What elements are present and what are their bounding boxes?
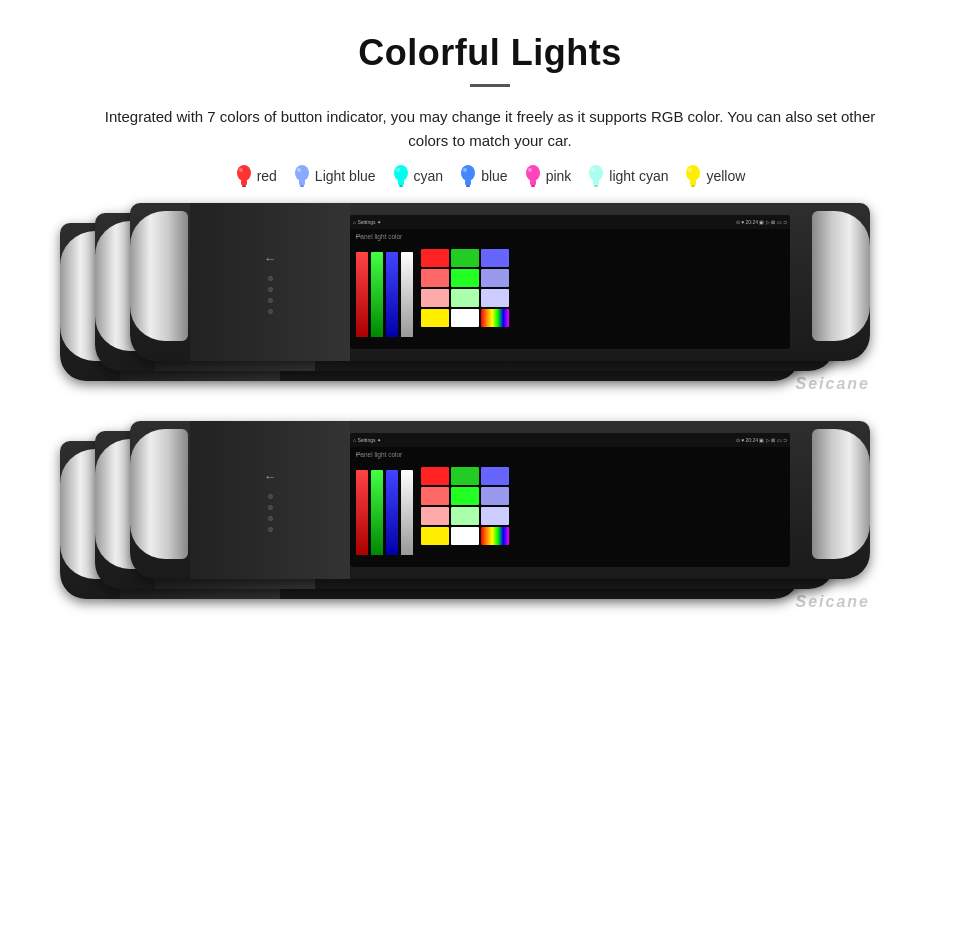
svg-point-16: [526, 165, 540, 181]
android-bar-bottom: ⌂ Settings ✦ ⊙ ♥ 20:24 ▣ ▷ ⊠ ▭ ⊃: [350, 433, 790, 447]
bulb-icon-pink: [524, 163, 542, 189]
color-item-cyan: cyan: [392, 163, 444, 189]
color-item-yellow: yellow: [684, 163, 745, 189]
svg-point-15: [463, 168, 467, 172]
color-label-lightcyan: light cyan: [609, 168, 668, 184]
panel-light-label-top: Panel light color: [356, 233, 413, 240]
chrome-right-3: [812, 211, 870, 341]
color-label-yellow: yellow: [706, 168, 745, 184]
left-panel-3: ←: [190, 203, 350, 361]
watermark-top: Seicane: [796, 375, 870, 393]
color-item-lightcyan: light cyan: [587, 163, 668, 189]
page-title: Colorful Lights: [358, 32, 621, 74]
screen-content-top: Panel light color: [350, 229, 790, 349]
bars-container-bottom: [356, 460, 413, 555]
bulb-icon-cyan: [392, 163, 410, 189]
svg-point-27: [688, 168, 692, 172]
title-divider: [470, 84, 510, 87]
svg-point-19: [528, 168, 532, 172]
svg-rect-26: [691, 185, 695, 187]
svg-point-7: [297, 168, 301, 172]
chrome-left-3: [130, 211, 188, 341]
svg-rect-10: [399, 185, 403, 187]
screen-content-bottom: Panel light color: [350, 447, 790, 567]
android-bar-top: ⌂ Settings ✦ ⊙ ♥ 20:24 ▣ ▷ ⊠ ▭ ⊃: [350, 215, 790, 229]
color-label-lightblue: Light blue: [315, 168, 376, 184]
svg-point-11: [396, 168, 400, 172]
svg-rect-25: [690, 180, 696, 185]
back-arrow-3: ←: [264, 251, 277, 266]
svg-point-4: [295, 165, 309, 181]
svg-point-0: [237, 165, 251, 181]
svg-point-23: [591, 168, 595, 172]
svg-rect-21: [593, 180, 599, 185]
svg-point-12: [461, 165, 475, 181]
bulb-icon-red: [235, 163, 253, 189]
svg-rect-17: [530, 180, 536, 185]
top-radio-stack: ←: [60, 203, 920, 413]
panel-light-section-top: Panel light color: [356, 233, 413, 345]
color-item-blue: blue: [459, 163, 507, 189]
bulb-icon-lightcyan: [587, 163, 605, 189]
color-label-blue: blue: [481, 168, 507, 184]
panel-light-label-bottom: Panel light color: [356, 451, 413, 458]
svg-rect-9: [398, 180, 404, 185]
color-label-red: red: [257, 168, 277, 184]
svg-rect-13: [465, 180, 471, 185]
bulb-icon-lightblue: [293, 163, 311, 189]
screen-back-arrow: ←: [354, 231, 363, 241]
svg-rect-14: [466, 185, 470, 187]
svg-rect-1: [241, 180, 247, 185]
color-item-pink: pink: [524, 163, 572, 189]
panel-light-section-bottom: Panel light color: [356, 451, 413, 563]
svg-point-3: [239, 168, 243, 172]
color-item-red: red: [235, 163, 277, 189]
radio-layer-3-main: ← ⌂ Settings ✦ ⊙ ♥ 20:24 ▣ ▷ ⊠ ▭ ⊃: [130, 203, 870, 363]
swatches-bottom: [421, 467, 509, 563]
svg-rect-22: [594, 185, 598, 187]
svg-rect-6: [300, 185, 304, 187]
android-bar-right-top: ⊙ ♥ 20:24 ▣ ▷ ⊠ ▭ ⊃: [736, 219, 787, 225]
radio-bottom-3-main: ← ⌂ Settings ✦ ⊙ ♥ 20:24 ▣ ▷ ⊠ ▭ ⊃ ←: [130, 421, 870, 581]
bar-red-top: [356, 252, 368, 337]
top-radio-section: ←: [0, 203, 980, 413]
svg-rect-18: [531, 185, 535, 187]
color-label-cyan: cyan: [414, 168, 444, 184]
color-item-lightblue: Light blue: [293, 163, 376, 189]
main-screen-top: ⌂ Settings ✦ ⊙ ♥ 20:24 ▣ ▷ ⊠ ▭ ⊃ ← Panel…: [350, 215, 790, 349]
watermark-bottom: Seicane: [796, 593, 870, 611]
bulb-icon-yellow: [684, 163, 702, 189]
bars-container-top: [356, 242, 413, 337]
bar-white-top: [401, 252, 413, 337]
bottom-radio-section: ←: [0, 421, 980, 631]
svg-point-8: [394, 165, 408, 181]
bar-blue-top: [386, 252, 398, 337]
color-label-pink: pink: [546, 168, 572, 184]
svg-rect-5: [299, 180, 305, 185]
bar-green-top: [371, 252, 383, 337]
svg-rect-2: [242, 185, 246, 187]
bottom-radio-stack: ←: [60, 421, 920, 631]
svg-point-20: [589, 165, 603, 181]
page-container: Colorful Lights Integrated with 7 colors…: [0, 0, 980, 631]
main-screen-bottom: ⌂ Settings ✦ ⊙ ♥ 20:24 ▣ ▷ ⊠ ▭ ⊃ ← Panel…: [350, 433, 790, 567]
color-indicators-row: red Light blue cyan: [235, 163, 746, 189]
svg-point-24: [686, 165, 700, 181]
android-bar-left-top: ⌂ Settings ✦: [353, 219, 381, 225]
subtitle-text: Integrated with 7 colors of button indic…: [100, 105, 880, 153]
swatches-top: [421, 249, 509, 345]
bulb-icon-blue: [459, 163, 477, 189]
